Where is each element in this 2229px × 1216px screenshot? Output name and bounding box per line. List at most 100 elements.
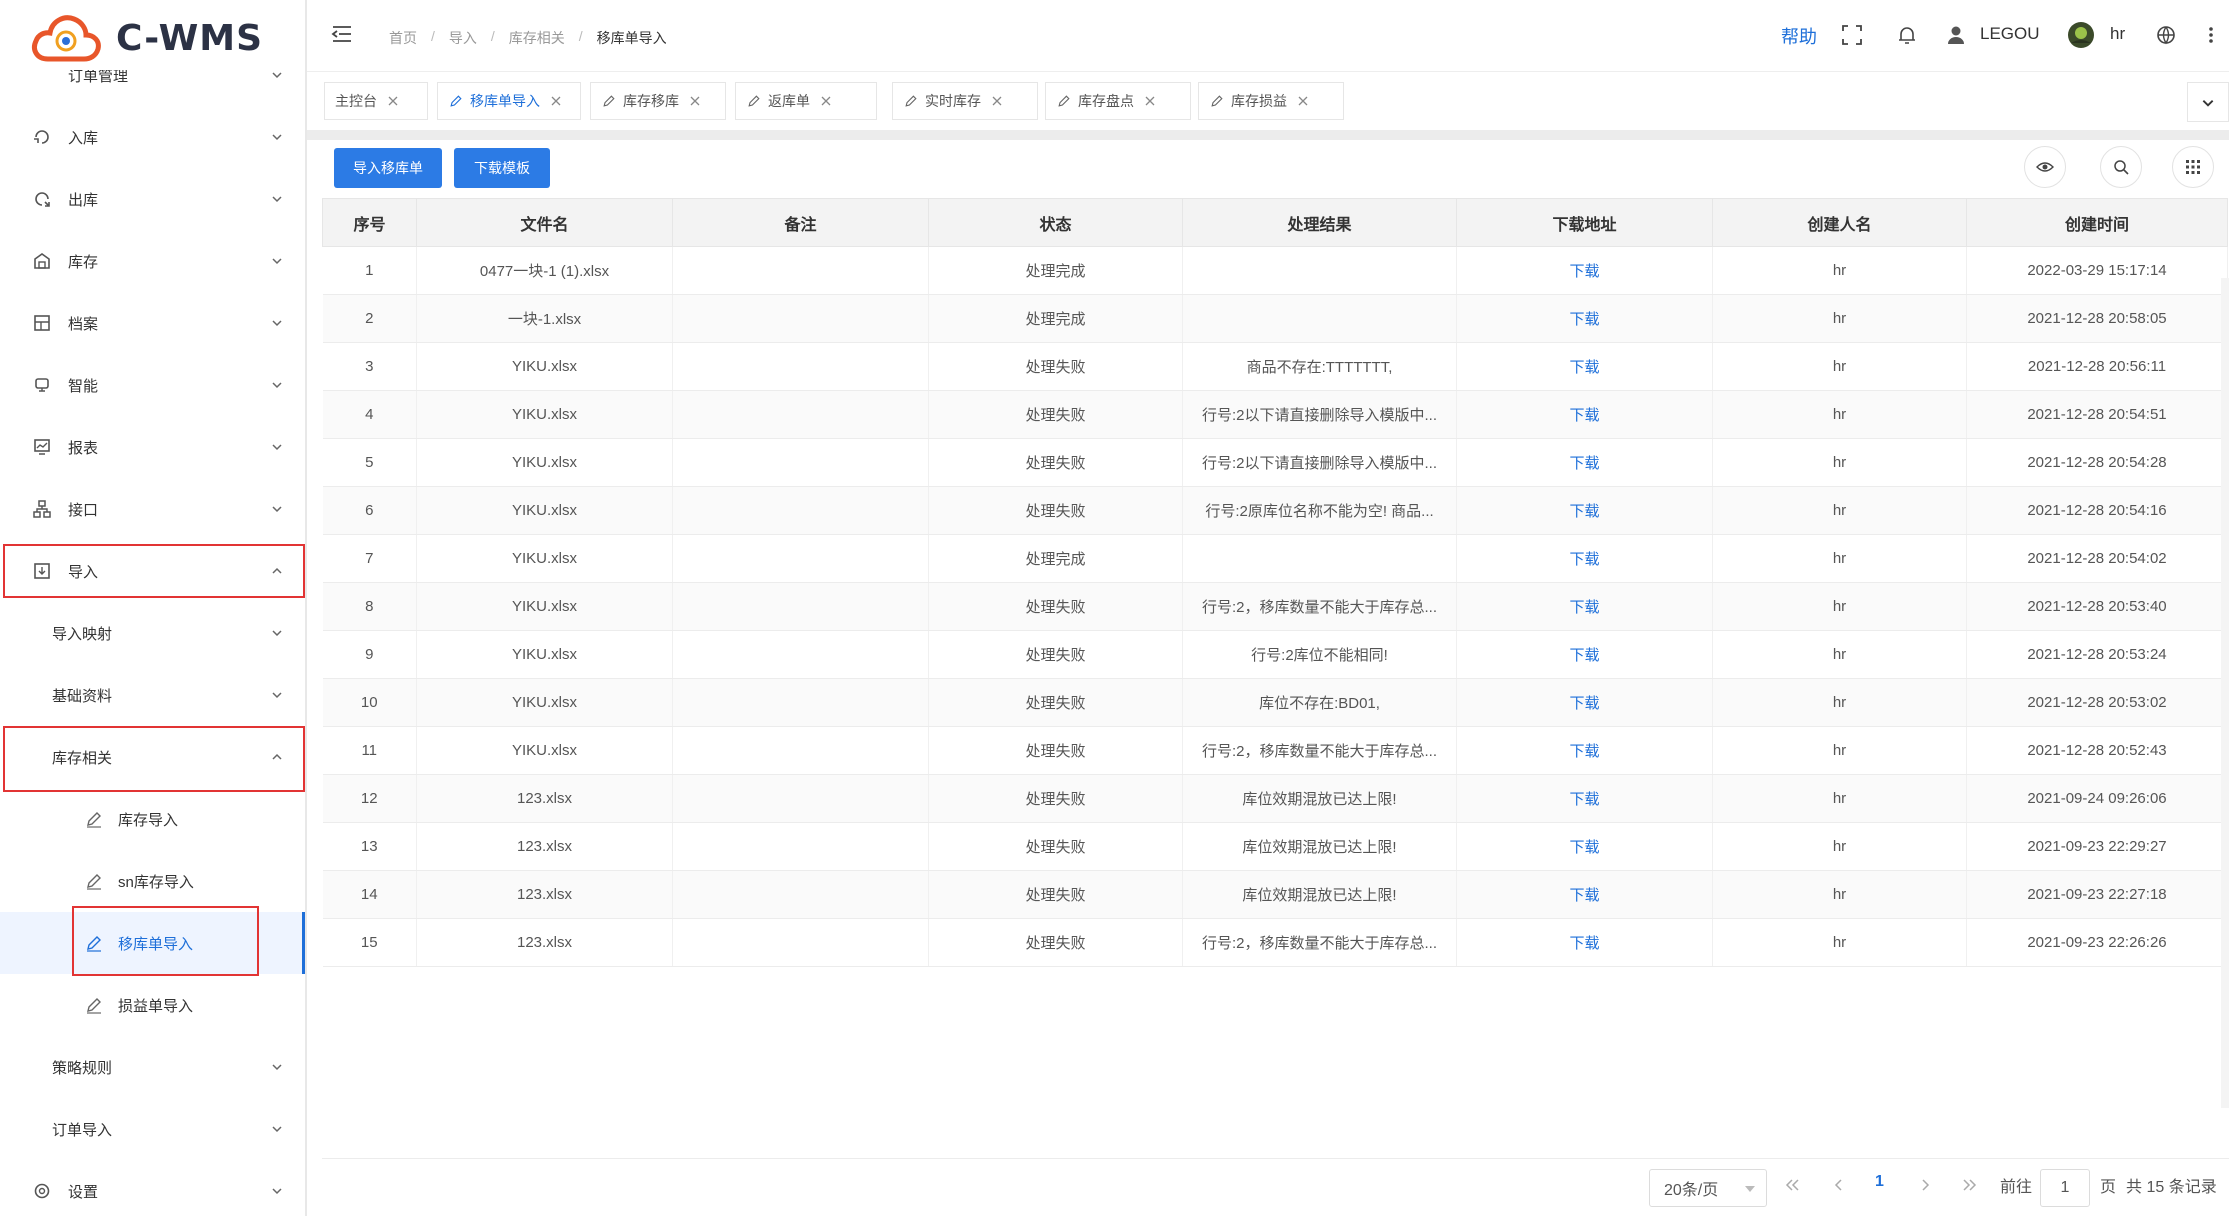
sidebar-item-stock-import[interactable]: 库存导入 xyxy=(0,788,305,850)
globe-icon[interactable] xyxy=(2155,24,2177,46)
close-icon[interactable] xyxy=(387,95,399,107)
table-cell: 库位效期混放已达上限! xyxy=(1182,774,1457,823)
download-link[interactable]: 下载 xyxy=(1569,743,1599,760)
download-template-button[interactable]: 下载模板 xyxy=(454,148,550,188)
eye-icon xyxy=(2036,162,2054,172)
download-link[interactable]: 下载 xyxy=(1569,407,1599,424)
download-link[interactable]: 下载 xyxy=(1569,551,1599,568)
last-page-icon[interactable] xyxy=(1962,1177,1978,1193)
search-button[interactable] xyxy=(2100,146,2142,188)
sidebar-item-import-mapping[interactable]: 导入映射 xyxy=(0,602,305,664)
sidebar-item-transfer-import[interactable]: 移库单导入 xyxy=(0,912,305,974)
tab-transfer-import[interactable]: 移库单导入 xyxy=(437,82,581,120)
download-link[interactable]: 下载 xyxy=(1569,263,1599,280)
table-cell: 2022-03-29 15:17:14 xyxy=(1966,246,2228,295)
close-icon[interactable] xyxy=(1297,95,1309,107)
toggle-visibility-button[interactable] xyxy=(2024,146,2066,188)
sidebar-item-sn-stock-import[interactable]: sn库存导入 xyxy=(0,850,305,912)
tab-return-order[interactable]: 返库单 xyxy=(735,82,877,120)
table-cell: 行号:2原库位名称不能为空! 商品... xyxy=(1182,486,1457,535)
table-cell xyxy=(672,438,929,487)
page-number-current[interactable]: 1 xyxy=(1875,1173,1884,1191)
tab-stock-profit-loss[interactable]: 库存损益 xyxy=(1198,82,1344,120)
download-link[interactable]: 下载 xyxy=(1569,599,1599,616)
user-org[interactable]: LEGOU xyxy=(1980,24,2040,44)
table-cell: 处理失败 xyxy=(928,630,1183,679)
sidebar-item-stock[interactable]: 库存 xyxy=(0,230,305,292)
sidebar-item-settings[interactable]: 设置 xyxy=(0,1160,305,1216)
download-link[interactable]: 下载 xyxy=(1569,359,1599,376)
download-link[interactable]: 下载 xyxy=(1569,455,1599,472)
table-cell: 5 xyxy=(322,438,417,487)
tab-stock-transfer[interactable]: 库存移库 xyxy=(590,82,726,120)
sidebar-item-profit-loss-import[interactable]: 损益单导入 xyxy=(0,974,305,1036)
download-link[interactable]: 下载 xyxy=(1569,647,1599,664)
table-cell: 4 xyxy=(322,390,417,439)
download-link[interactable]: 下载 xyxy=(1569,791,1599,808)
tab-dashboard[interactable]: 主控台 xyxy=(324,82,428,120)
sidebar-item-strategy[interactable]: 策略规则 xyxy=(0,1036,305,1098)
sidebar-item-import[interactable]: 导入 xyxy=(0,540,305,602)
tab-label: 库存移库 xyxy=(623,93,679,109)
tab-label: 实时库存 xyxy=(925,93,981,109)
column-header: 序号 xyxy=(322,198,417,247)
sidebar-item-archive[interactable]: 档案 xyxy=(0,292,305,354)
help-link[interactable]: 帮助 xyxy=(1781,23,1817,49)
fullscreen-icon[interactable] xyxy=(1841,24,1863,46)
smart-icon xyxy=(35,378,49,392)
sidebar-item-interface[interactable]: 接口 xyxy=(0,478,305,540)
chevron-down-icon xyxy=(272,506,282,513)
download-link[interactable]: 下载 xyxy=(1569,887,1599,904)
tab-dropdown[interactable] xyxy=(2187,82,2229,122)
sidebar-item-label: 导入映射 xyxy=(52,625,113,643)
breadcrumb-item[interactable]: 首页 xyxy=(389,28,417,48)
user-name[interactable]: hr xyxy=(2110,24,2125,44)
column-header: 下载地址 xyxy=(1456,198,1713,247)
table-cell: hr xyxy=(1712,774,1967,823)
close-icon[interactable] xyxy=(689,95,701,107)
table-cell: 6 xyxy=(322,486,417,535)
column-settings-button[interactable] xyxy=(2172,146,2214,188)
sidebar-item-outbound[interactable]: 出库 xyxy=(0,168,305,230)
goto-page-input[interactable]: 1 xyxy=(2040,1169,2090,1207)
sidebar-item-smart[interactable]: 智能 xyxy=(0,354,305,416)
sidebar-item-report[interactable]: 报表 xyxy=(0,416,305,478)
close-icon[interactable] xyxy=(1144,95,1156,107)
sidebar-item-inbound[interactable]: 入库 xyxy=(0,106,305,168)
user-icon xyxy=(1948,26,1964,44)
close-icon[interactable] xyxy=(820,95,832,107)
bell-icon[interactable] xyxy=(1896,24,1918,46)
avatar[interactable] xyxy=(2067,21,2095,49)
table-cell: 2021-12-28 20:54:51 xyxy=(1966,390,2228,439)
pagination: 20条/页 1 前往 1 页 共 15 条记录 xyxy=(322,1158,2229,1216)
download-link[interactable]: 下载 xyxy=(1569,311,1599,328)
menu-fold-icon[interactable] xyxy=(331,24,353,44)
sidebar-item-label: 移库单导入 xyxy=(118,935,194,953)
page-size-select[interactable]: 20条/页 xyxy=(1649,1169,1767,1207)
download-link[interactable]: 下载 xyxy=(1569,695,1599,712)
tab-realtime-stock[interactable]: 实时库存 xyxy=(892,82,1038,120)
vertical-scrollbar[interactable] xyxy=(2221,278,2229,1108)
next-page-icon[interactable] xyxy=(1918,1177,1934,1193)
sidebar-item-label: 入库 xyxy=(68,129,99,147)
tab-stock-count[interactable]: 库存盘点 xyxy=(1045,82,1191,120)
table-row: 12 123.xlsx 处理失败 库位效期混放已达上限! 下载 hr 2021-09-24 … xyxy=(322,774,2228,823)
table-cell: 行号:2以下请直接删除导入模版中... xyxy=(1182,438,1457,487)
sidebar-item-stock-related[interactable]: 库存相关 xyxy=(0,726,305,788)
prev-page-icon[interactable] xyxy=(1830,1177,1846,1193)
app-root: C-WMS 订单管理 入库 出库 库存 档案 智能 报表 接口 导入 导入映射 … xyxy=(0,0,2229,1216)
import-transfer-button[interactable]: 导入移库单 xyxy=(334,148,442,188)
close-icon[interactable] xyxy=(991,95,1003,107)
download-link[interactable]: 下载 xyxy=(1569,935,1599,952)
breadcrumb-item[interactable]: 库存相关 xyxy=(509,28,565,48)
sidebar-item-basic-data[interactable]: 基础资料 xyxy=(0,664,305,726)
download-link[interactable]: 下载 xyxy=(1569,839,1599,856)
first-page-icon[interactable] xyxy=(1784,1177,1800,1193)
sidebar-item-order-import[interactable]: 订单导入 xyxy=(0,1098,305,1160)
breadcrumb-item[interactable]: 导入 xyxy=(449,28,477,48)
download-link[interactable]: 下载 xyxy=(1569,503,1599,520)
table-cell: 下载 xyxy=(1456,678,1713,727)
close-icon[interactable] xyxy=(550,95,562,107)
table-row: 15 123.xlsx 处理失败 行号:2，移库数量不能大于库存总... 下载 hr 202… xyxy=(322,918,2228,967)
more-vertical-icon[interactable] xyxy=(2207,24,2215,46)
